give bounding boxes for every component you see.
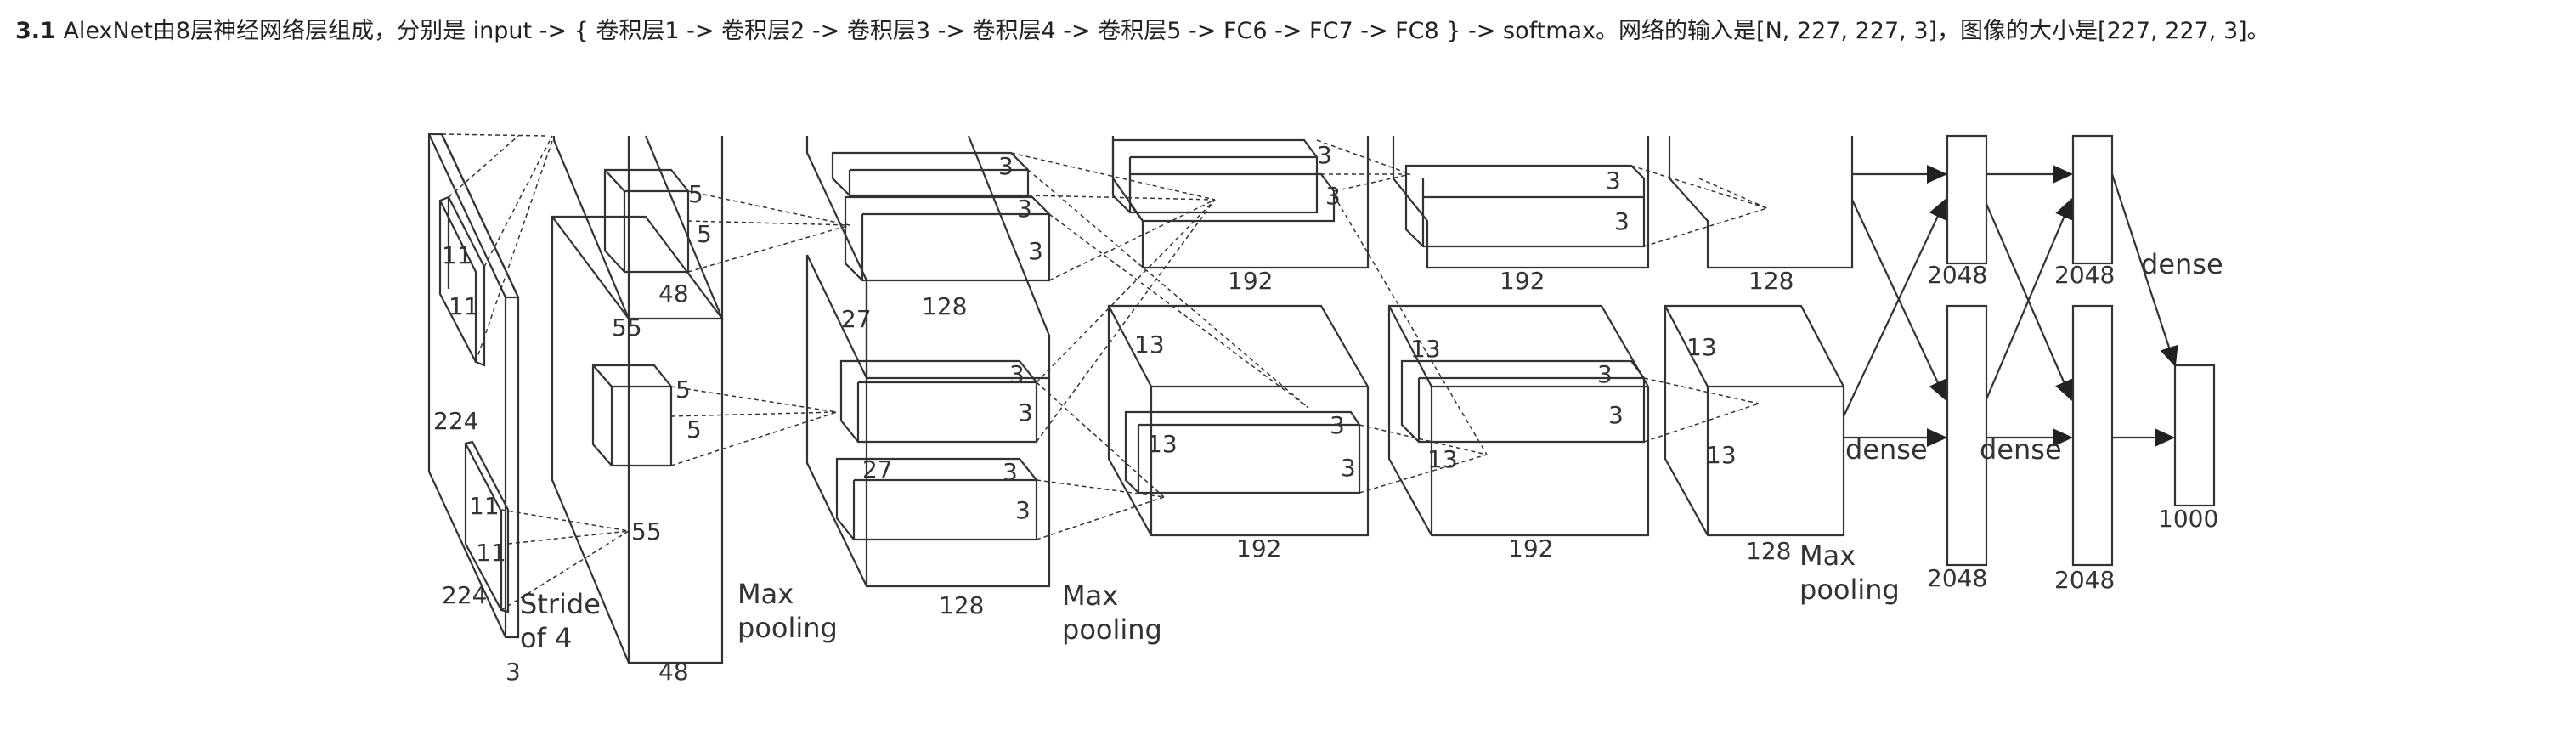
conv3-kernel-label-4: 3 <box>1341 454 1356 482</box>
conv4-size-label: 13 <box>1410 335 1441 363</box>
conv2-pool-label-2: pooling <box>1062 613 1162 646</box>
conv4-depth-label: 192 <box>1500 267 1545 295</box>
stride-label-1: Stride <box>520 588 601 620</box>
conv4-kernel-label: 3 <box>1606 167 1621 195</box>
conv3-size-label-b: 13 <box>1147 430 1178 458</box>
input-depth-label: 3 <box>506 658 521 686</box>
stride-label-2: of 4 <box>520 622 572 654</box>
conv4-dashed-lines <box>1630 165 1768 443</box>
dense-label-1: dense <box>1845 433 1928 466</box>
fc8-output-bar <box>2173 364 2216 507</box>
dense-arrows <box>1843 165 2178 447</box>
conv5-pool-label-2: pooling <box>1799 574 1900 606</box>
input-kernel-label-4: 11 <box>476 539 506 567</box>
conv3-dashed-lines <box>1316 139 1488 494</box>
conv5-depth-label: 128 <box>1748 267 1794 295</box>
conv1-kernel-label-3: 5 <box>675 376 691 404</box>
conv2-size-label: 27 <box>841 305 872 333</box>
fc-layers <box>1946 134 2216 567</box>
input-size-label-2: 224 <box>442 581 487 609</box>
fc7-bottom-label: 2048 <box>2054 566 2115 594</box>
conv2-pool-label-1: Max <box>1062 579 1118 612</box>
conv3-kernel-label: 3 <box>1317 141 1332 169</box>
conv1-size-label: 55 <box>612 314 642 342</box>
input-kernel-label-2: 11 <box>449 292 479 320</box>
conv2-kernel-label: 3 <box>998 152 1014 180</box>
conv2-kernel-label-4: 3 <box>1009 360 1025 388</box>
conv3-depth-label: 192 <box>1228 267 1273 295</box>
conv4-kernel-label-4: 3 <box>1608 401 1624 429</box>
conv3-kernel-label-3: 3 <box>1330 411 1345 439</box>
conv1-depth-label: 48 <box>658 280 689 308</box>
fc7-top-bar <box>2071 134 2114 265</box>
conv5-size-label-b: 13 <box>1706 441 1737 469</box>
fc6-top-bar <box>1946 134 1988 265</box>
fc7-top-label: 2048 <box>2054 261 2115 289</box>
conv2-kernel-label-2: 3 <box>1017 195 1032 223</box>
conv2-kernel-label-5: 3 <box>1018 398 1033 427</box>
conv5-size-label: 13 <box>1686 333 1717 361</box>
input-kernel-label-1: 11 <box>442 241 472 269</box>
conv5-dashed-lines <box>1698 178 1768 209</box>
conv1-pool-label-2: pooling <box>737 612 838 644</box>
conv2-kernel-label-7: 3 <box>1015 496 1031 524</box>
conv1-kernel-label-1: 5 <box>688 180 703 208</box>
conv1-kernel-label-4: 5 <box>686 415 702 444</box>
conv1-kernel-label-2: 5 <box>697 220 712 248</box>
alexnet-architecture-diagram: 11 11 224 11 11 224 3 55 55 48 48 5 5 5 … <box>427 133 2223 686</box>
conv3-size-label: 13 <box>1134 331 1165 359</box>
conv1-depth-label-b: 48 <box>658 658 689 686</box>
input-dashed-lines <box>441 133 630 611</box>
conv2-kernel-label-3: 3 <box>1028 237 1043 265</box>
conv1-size-label-b: 55 <box>631 517 662 545</box>
conv3-kernel-label-2: 3 <box>1325 182 1341 210</box>
conv2-size-label-b: 27 <box>862 455 893 483</box>
fc7-bottom-bar <box>2071 304 2114 567</box>
dense-label-3: dense <box>2141 248 2223 280</box>
input-size-label: 224 <box>433 407 478 435</box>
conv4-depth-label-b: 192 <box>1508 534 1553 562</box>
conv1-pool-label-1: Max <box>737 578 794 610</box>
conv4-kernel-label-2: 3 <box>1614 207 1630 235</box>
conv2-depth-label-b: 128 <box>939 591 984 619</box>
conv4-kernel-label-3: 3 <box>1597 360 1613 388</box>
conv1-block <box>550 135 725 664</box>
conv5-pool-label-1: Max <box>1799 540 1856 572</box>
fc6-top-label: 2048 <box>1927 261 1987 289</box>
conv2-depth-label: 128 <box>922 292 967 320</box>
output-label: 1000 <box>2158 505 2218 533</box>
dense-label-2: dense <box>1980 433 2062 466</box>
input-kernel-label-3: 11 <box>469 492 500 520</box>
conv5-depth-label-b: 128 <box>1746 537 1791 565</box>
conv3-depth-label-b: 192 <box>1236 534 1281 562</box>
fc6-bottom-label: 2048 <box>1927 564 1987 592</box>
conv4-size-label-b: 13 <box>1427 445 1458 473</box>
conv2-kernel-label-6: 3 <box>1003 458 1018 486</box>
